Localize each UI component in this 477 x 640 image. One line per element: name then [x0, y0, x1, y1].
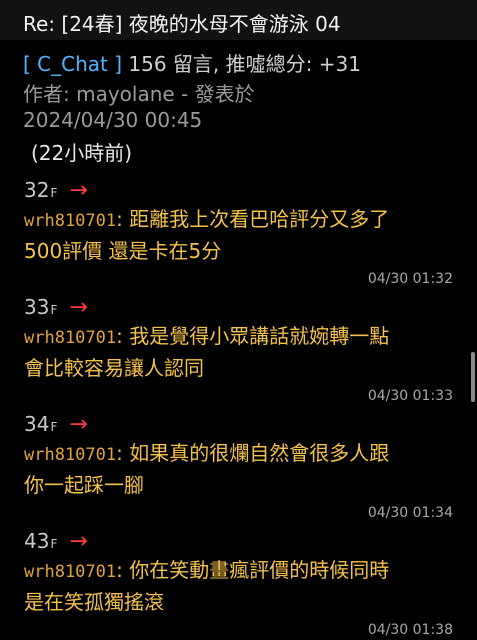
arrow-icon: →	[69, 178, 88, 203]
comment-stats: 156 留言, 推噓總分: +31	[128, 52, 361, 76]
floor-number: 32	[24, 178, 50, 202]
article-datetime: 2024/04/30 00:45	[23, 108, 203, 132]
arrow-icon: →	[69, 412, 88, 437]
floor-suffix: F	[50, 186, 58, 200]
comment-time: 04/30 01:34	[367, 505, 453, 521]
comment-line: wrh810701: 我是覺得小眾講話就婉轉一點	[24, 321, 464, 353]
comment-item: 43F → wrh810701: 你在笑動畫瘋評價的時候同時 是在笑孤獨搖滾 04…	[24, 529, 464, 640]
article-header: Re: [24春] 夜晚的水母不會游泳 04	[0, 0, 477, 40]
board-link[interactable]: [ C_Chat ]	[23, 52, 122, 76]
floor-number: 43	[24, 529, 50, 553]
floor-suffix: F	[50, 420, 58, 434]
article-meta-board: [ C_Chat ] 156 留言, 推噓總分: +31	[23, 48, 361, 77]
comment-floor: 32F →	[24, 178, 464, 203]
comment-floor: 33F →	[24, 295, 464, 320]
arrow-icon: →	[69, 295, 88, 320]
arrow-icon: →	[69, 529, 88, 554]
comment-line: wrh810701: 距離我上次看巴哈評分又多了	[24, 204, 464, 236]
comment-user[interactable]: wrh810701	[24, 562, 116, 582]
comment-text-cont: 你一起踩一腳	[24, 473, 144, 497]
comment-text: : 距離我上次看巴哈評分又多了	[116, 207, 390, 231]
floor-number: 33	[24, 295, 50, 319]
floor-number: 34	[24, 412, 50, 436]
article-title: Re: [24春] 夜晚的水母不會游泳 04	[23, 12, 341, 36]
floor-suffix: F	[50, 537, 58, 551]
comment-user[interactable]: wrh810701	[24, 328, 116, 348]
comment-item: 32F → wrh810701: 距離我上次看巴哈評分又多了 500評價 還是卡在…	[24, 178, 464, 289]
comment-text-cont: 500評價 還是卡在5分	[24, 239, 222, 263]
comment-user[interactable]: wrh810701	[24, 445, 116, 465]
comment-line: wrh810701: 如果真的很爛自然會很多人跟	[24, 438, 464, 470]
comment-floor: 43F →	[24, 529, 464, 554]
comment-item: 34F → wrh810701: 如果真的很爛自然會很多人跟 你一起踩一腳 04/…	[24, 412, 464, 523]
floor-suffix: F	[50, 303, 58, 317]
comment-text-cont: 會比較容易讓人認同	[24, 356, 204, 380]
comment-user[interactable]: wrh810701	[24, 211, 116, 231]
scrollbar-thumb[interactable]	[471, 352, 475, 402]
comment-time: 04/30 01:38	[367, 622, 453, 638]
comment-text-cont: 是在笑孤獨搖滾	[24, 590, 164, 614]
article-author: 作者: mayolane - 發表於	[23, 82, 255, 106]
comment-line: wrh810701: 你在笑動畫瘋評價的時候同時	[24, 555, 464, 587]
comment-time: 04/30 01:33	[367, 388, 453, 404]
comment-text: : 我是覺得小眾講話就婉轉一點	[116, 324, 390, 348]
comment-floor: 34F →	[24, 412, 464, 437]
article-relative-time: (22小時前)	[31, 141, 133, 165]
comment-text: : 你在笑動畫瘋評價的時候同時	[116, 558, 390, 582]
comment-item: 33F → wrh810701: 我是覺得小眾講話就婉轉一點 會比較容易讓人認同 …	[24, 295, 464, 406]
comment-time: 04/30 01:32	[367, 271, 453, 287]
comment-text: : 如果真的很爛自然會很多人跟	[116, 441, 390, 465]
